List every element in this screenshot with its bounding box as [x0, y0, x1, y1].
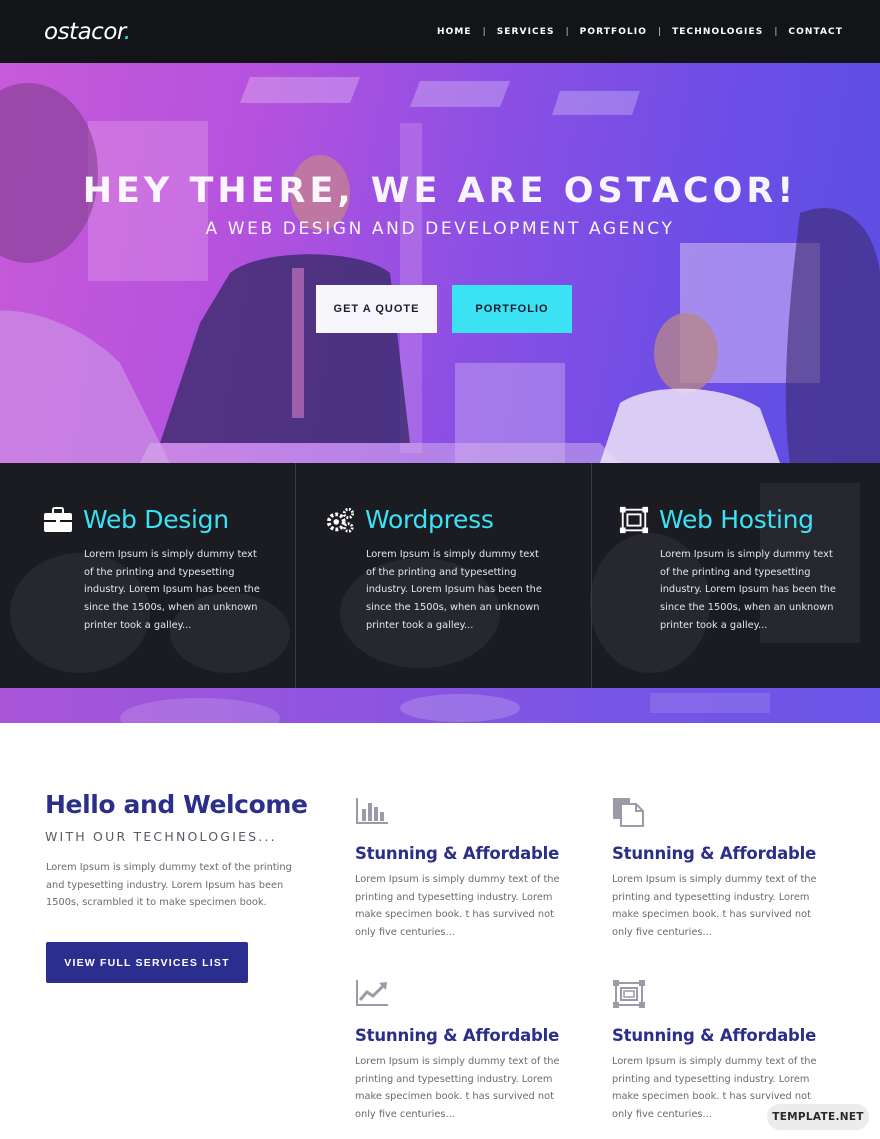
services-strip: Web Design Lorem Ipsum is simply dummy t… — [0, 463, 880, 688]
band-photo — [120, 693, 770, 723]
line-chart-icon — [355, 979, 389, 1009]
documents-icon — [612, 797, 646, 827]
service-card-web-hosting[interactable]: Web Hosting Lorem Ipsum is simply dummy … — [592, 463, 880, 688]
feature-card: Stunning & Affordable Lorem Ipsum is sim… — [355, 797, 575, 941]
nav-technologies[interactable]: TECHNOLOGIES — [672, 27, 763, 37]
feature-title: Stunning & Affordable — [355, 1026, 560, 1045]
hero-section: HEY THERE, WE ARE OSTACOR! A WEB DESIGN … — [0, 63, 880, 463]
welcome-title: Hello and Welcome — [45, 790, 308, 819]
briefcase-icon — [43, 506, 73, 534]
service-description: Lorem Ipsum is simply dummy text of the … — [84, 549, 260, 631]
nav-services[interactable]: SERVICES — [497, 27, 555, 37]
service-title: Web Design — [83, 505, 229, 534]
hero-title: HEY THERE, WE ARE OSTACOR! — [82, 171, 798, 211]
gears-icon — [325, 506, 355, 534]
feature-description: Lorem Ipsum is simply dummy text of the … — [355, 1056, 560, 1120]
feature-description: Lorem Ipsum is simply dummy text of the … — [355, 874, 560, 938]
service-card-wordpress[interactable]: Wordpress Lorem Ipsum is simply dummy te… — [296, 463, 592, 688]
template-net-watermark: TEMPLATE.NET — [767, 1104, 869, 1130]
nav-portfolio[interactable]: PORTFOLIO — [580, 27, 647, 37]
hero-office-photo — [0, 77, 880, 463]
service-description: Lorem Ipsum is simply dummy text of the … — [366, 549, 542, 631]
hosting-frame-icon — [619, 506, 649, 534]
service-card-web-design[interactable]: Web Design Lorem Ipsum is simply dummy t… — [0, 463, 296, 688]
feature-card: Stunning & Affordable Lorem Ipsum is sim… — [612, 979, 832, 1123]
feature-description: Lorem Ipsum is simply dummy text of the … — [612, 874, 817, 938]
nav-home[interactable]: HOME — [437, 27, 472, 37]
service-title: Wordpress — [365, 505, 494, 534]
feature-title: Stunning & Affordable — [355, 844, 560, 863]
portfolio-button[interactable]: PORTFOLIO — [452, 285, 572, 333]
hero-subtitle: A WEB DESIGN AND DEVELOPMENT AGENCY — [205, 219, 675, 239]
top-nav: ostacor. HOME | SERVICES | PORTFOLIO | T… — [0, 0, 880, 63]
frame-icon — [612, 979, 646, 1009]
feature-title: Stunning & Affordable — [612, 1026, 817, 1045]
nav-separator: | — [565, 26, 569, 37]
logo[interactable]: ostacor. — [44, 19, 131, 45]
feature-title: Stunning & Affordable — [612, 844, 817, 863]
welcome-description: Lorem Ipsum is simply dummy text of the … — [46, 862, 292, 909]
nav-separator: | — [482, 26, 486, 37]
get-quote-button[interactable]: GET A QUOTE — [316, 285, 437, 333]
nav-separator: | — [774, 26, 778, 37]
feature-card: Stunning & Affordable Lorem Ipsum is sim… — [355, 979, 575, 1123]
view-services-button[interactable]: VIEW FULL SERVICES LIST — [46, 942, 248, 983]
decorative-photo-band — [0, 688, 880, 723]
nav-separator: | — [658, 26, 662, 37]
welcome-subtitle: WITH OUR TECHNOLOGIES... — [45, 829, 277, 844]
feature-card: Stunning & Affordable Lorem Ipsum is sim… — [612, 797, 832, 941]
service-description: Lorem Ipsum is simply dummy text of the … — [660, 549, 836, 631]
bar-chart-icon — [355, 797, 389, 827]
nav-contact[interactable]: CONTACT — [788, 27, 843, 37]
service-title: Web Hosting — [659, 505, 814, 534]
main-menu: HOME | SERVICES | PORTFOLIO | TECHNOLOGI… — [437, 27, 843, 37]
